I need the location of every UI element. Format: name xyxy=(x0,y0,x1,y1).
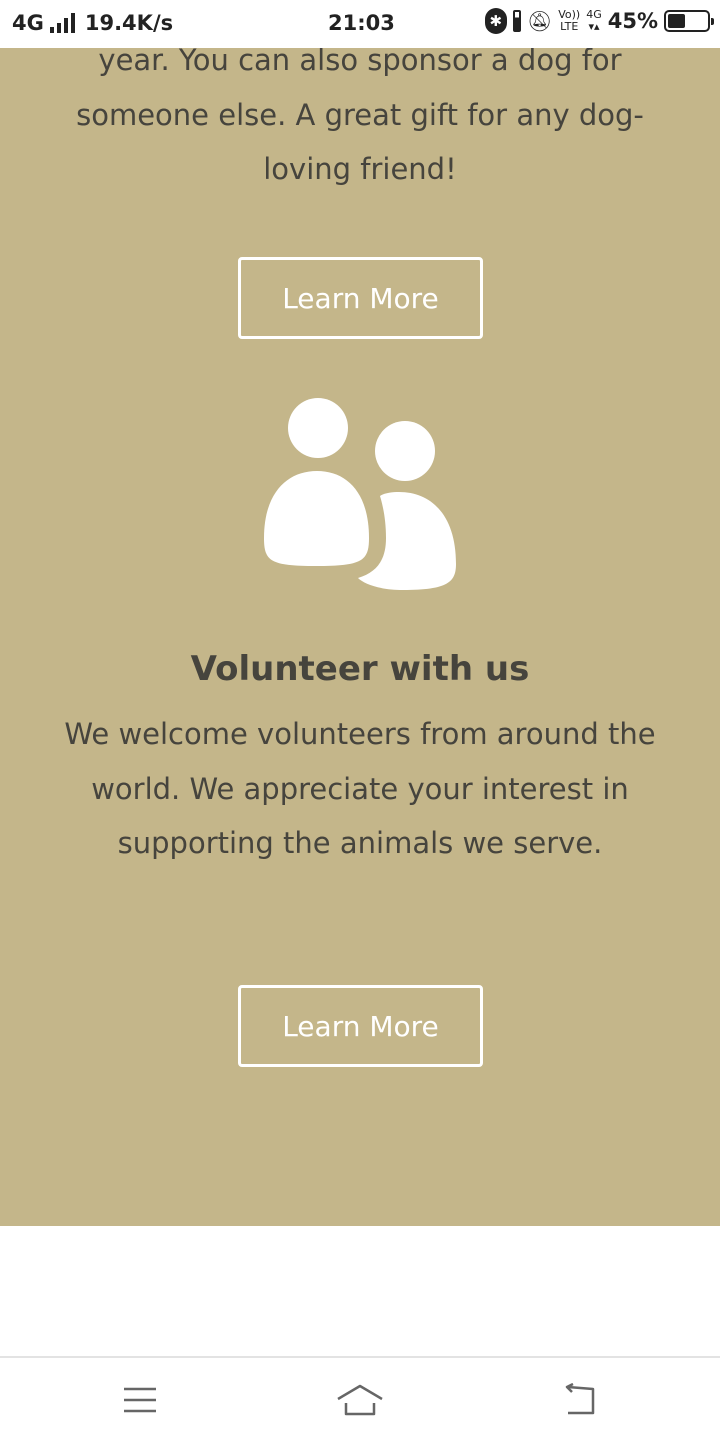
volte-bottom-label: LTE xyxy=(560,20,579,33)
clock: 21:03 xyxy=(328,11,395,35)
network-speed: 19.4K/s xyxy=(84,11,174,35)
status-left: 4G 19.4K/s xyxy=(12,11,173,35)
volunteer-heading: Volunteer with us xyxy=(190,649,530,689)
battery-percent: 45% xyxy=(607,9,658,33)
back-icon xyxy=(565,1383,595,1415)
status-bar: 4G 19.4K/s 21:03 ✱ 🔕︎ Vo)) LTE 4G ▾▴ 45% xyxy=(0,0,720,48)
sponsor-learn-more-button[interactable]: Learn More xyxy=(238,257,483,339)
bluetooth-icon: ✱ xyxy=(484,8,507,34)
volunteer-learn-more-button[interactable]: Learn More xyxy=(238,985,483,1067)
back-button[interactable] xyxy=(550,1376,610,1424)
menu-button[interactable] xyxy=(110,1376,170,1424)
volte-icon: Vo)) LTE xyxy=(558,9,580,33)
battery-saver-icon xyxy=(512,10,521,32)
menu-icon xyxy=(124,1387,156,1413)
sponsor-description: year. You can also sponsor a dog for som… xyxy=(76,48,644,186)
status-right: ✱ 🔕︎ Vo)) LTE 4G ▾▴ 45% xyxy=(484,8,714,34)
people-icon xyxy=(264,398,456,590)
signal-icon xyxy=(49,13,75,33)
network-type: 4G xyxy=(12,11,44,35)
content-panel: year. You can also sponsor a dog for som… xyxy=(0,48,720,1226)
data-network-icon: 4G ▾▴ xyxy=(586,8,602,33)
home-icon xyxy=(337,1384,383,1416)
volunteer-description: We welcome volunteers from around the wo… xyxy=(64,717,656,860)
bell-off-icon: 🔕︎ xyxy=(526,9,553,33)
battery-fill xyxy=(668,14,686,28)
battery-icon xyxy=(664,10,714,32)
navigation-bar xyxy=(0,1356,720,1440)
home-button[interactable] xyxy=(330,1376,390,1424)
data-network-label: 4G xyxy=(586,8,602,21)
